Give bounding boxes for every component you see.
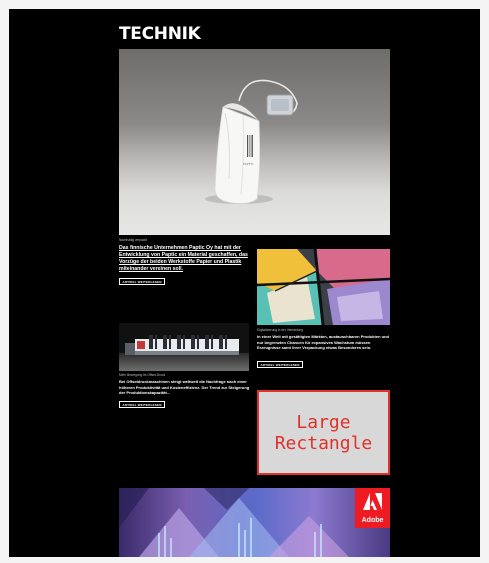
banner-background-art (119, 488, 349, 557)
veredelung-illustration (257, 249, 390, 325)
adobe-wordmark: Adobe (361, 517, 384, 524)
large-rectangle-ad[interactable]: Large Rectangle (257, 390, 390, 475)
adobe-banner-ad[interactable]: Adobe (119, 488, 390, 557)
svg-text:PAPTIC: PAPTIC (243, 162, 254, 166)
page: TECHNIK PAPTIC Nachhaltig verpackt Das f… (9, 9, 480, 557)
hero-image[interactable]: PAPTIC (119, 49, 390, 235)
offset-read-more-button[interactable]: ARTIKEL WEITERLESEN (119, 401, 165, 408)
ad-placeholder-label: Large Rectangle (274, 411, 373, 454)
veredelung-caption: Digitalisierung in der Veredelung (257, 328, 303, 332)
hero-caption: Nachhaltig verpackt (119, 238, 147, 242)
hero-read-more-button[interactable]: ARTIKEL WEITERLESEN (119, 278, 165, 285)
section-title: TECHNIK (119, 24, 201, 44)
veredelung-image[interactable] (257, 249, 390, 325)
adobe-logo[interactable]: Adobe (355, 488, 390, 528)
hero-headline[interactable]: Das finnische Unternehmen Paptic Oy hat … (119, 245, 251, 273)
offset-press-image[interactable] (119, 323, 249, 371)
veredelung-read-more-button[interactable]: ARTIKEL WEITERLESEN (257, 361, 303, 368)
veredelung-text: In einer Welt mit gesättigten Märkten, a… (257, 334, 389, 351)
offset-text: Bei Offsetdruckmaschinen steigt weltweit… (119, 379, 250, 396)
offset-press-illustration (119, 335, 249, 371)
adobe-a-icon (363, 493, 382, 510)
offset-caption: Mehr Bewegung im Offset-Druck (119, 373, 166, 377)
paper-bag-illustration: PAPTIC (205, 79, 298, 204)
